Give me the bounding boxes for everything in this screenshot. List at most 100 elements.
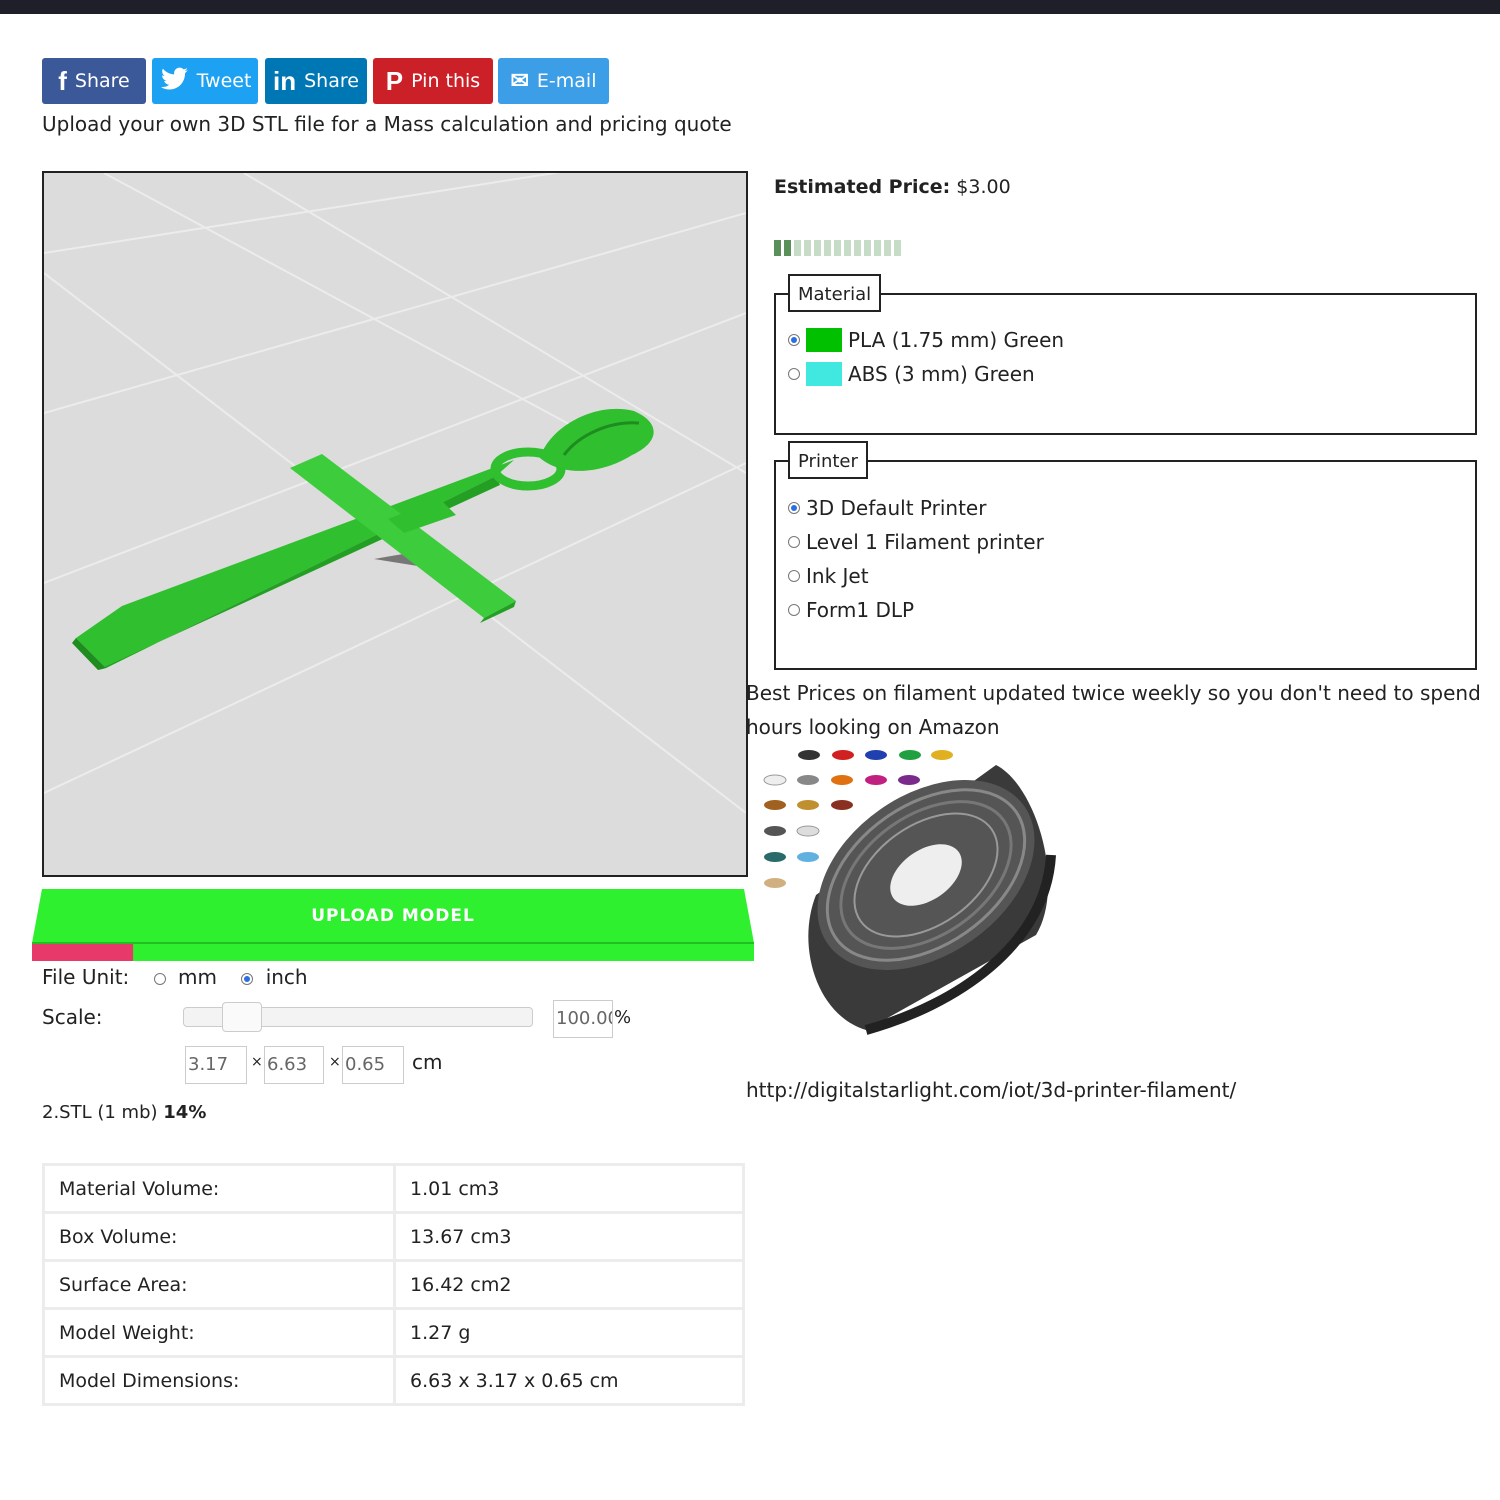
email-share-label: E-mail <box>536 70 597 92</box>
material-pla-radio[interactable] <box>788 334 800 346</box>
price-progress-segment <box>804 240 811 256</box>
material-legend: Material <box>788 274 882 312</box>
printer-option-form1[interactable]: Form1 DLP <box>788 598 914 622</box>
model-stats-table: Material Volume: 1.01 cm3 Box Volume: 13… <box>42 1163 745 1406</box>
scale-percent-input[interactable]: 100.00 <box>553 1000 613 1038</box>
twitter-bird-icon <box>159 67 189 95</box>
upload-model-label: UPLOAD MODEL <box>311 906 475 926</box>
file-upload-percent: 14% <box>163 1102 207 1123</box>
estimated-price-label: Estimated Price: <box>774 176 951 198</box>
dimension-separator: × <box>329 1054 341 1070</box>
stat-value: 6.63 x 3.17 x 0.65 cm <box>393 1355 745 1406</box>
printer-default-label: 3D Default Printer <box>806 496 987 520</box>
dimension-separator: × <box>251 1054 263 1070</box>
scale-percent-unit: % <box>614 1007 632 1028</box>
printer-inkjet-label: Ink Jet <box>806 564 869 588</box>
upload-progress-fill <box>32 943 134 961</box>
price-progress-bar <box>774 240 901 256</box>
printer-form1-label: Form1 DLP <box>806 598 915 622</box>
table-row: Surface Area: 16.42 cm2 <box>42 1259 745 1310</box>
stat-value: 16.42 cm2 <box>393 1259 745 1310</box>
stat-label: Model Weight: <box>42 1307 396 1358</box>
price-progress-segment <box>874 240 881 256</box>
file-name: 2.STL (1 mb) <box>42 1102 158 1123</box>
intro-text: Upload your own 3D STL file for a Mass c… <box>42 112 732 136</box>
facebook-share-label: Share <box>74 70 130 92</box>
twitter-tweet-label: Tweet <box>196 70 252 92</box>
price-progress-segment <box>884 240 891 256</box>
table-row: Model Weight: 1.27 g <box>42 1307 745 1358</box>
facebook-icon: f <box>58 66 67 96</box>
printer-fieldset <box>774 460 1477 670</box>
material-abs-label: ABS (3 mm) Green <box>848 362 1035 386</box>
filament-link[interactable]: http://digitalstarlight.com/iot/3d-print… <box>746 1078 1236 1102</box>
stat-label: Box Volume: <box>42 1211 396 1262</box>
price-progress-segment <box>824 240 831 256</box>
upload-progress-track <box>32 943 754 961</box>
dimension-x-input[interactable]: 3.17 <box>185 1046 247 1084</box>
stat-label: Model Dimensions: <box>42 1355 396 1406</box>
price-progress-segment <box>814 240 821 256</box>
printer-level1-radio[interactable] <box>788 536 800 548</box>
stat-value: 1.01 cm3 <box>393 1163 745 1214</box>
linkedin-icon: in <box>273 66 297 96</box>
price-progress-segment <box>854 240 861 256</box>
table-row: Model Dimensions: 6.63 x 3.17 x 0.65 cm <box>42 1355 745 1406</box>
file-unit-label: File Unit: <box>42 965 130 989</box>
filament-spool-image[interactable] <box>756 745 1066 1040</box>
stat-label: Surface Area: <box>42 1259 396 1310</box>
filament-spool <box>808 765 1056 1035</box>
pinterest-icon: P <box>385 66 404 96</box>
linkedin-share-button[interactable]: in Share <box>265 58 367 104</box>
printer-option-level1[interactable]: Level 1 Filament printer <box>788 530 1044 554</box>
dimension-unit: cm <box>412 1050 443 1074</box>
price-progress-segment <box>864 240 871 256</box>
price-progress-segment <box>894 240 901 256</box>
unit-inch-label: inch <box>265 965 308 989</box>
printer-level1-label: Level 1 Filament printer <box>806 530 1044 554</box>
dimension-z-input[interactable]: 0.65 <box>342 1046 404 1084</box>
upload-model-button[interactable]: UPLOAD MODEL <box>32 889 754 961</box>
unit-inch-radio[interactable] <box>241 972 254 985</box>
price-progress-segment <box>784 240 791 256</box>
table-row: Material Volume: 1.01 cm3 <box>42 1163 745 1214</box>
printer-legend: Printer <box>788 441 868 479</box>
price-progress-segment <box>844 240 851 256</box>
email-share-button[interactable]: ✉ E-mail <box>498 58 609 104</box>
material-option-abs[interactable]: ABS (3 mm) Green <box>788 362 1035 386</box>
price-progress-segment <box>774 240 781 256</box>
facebook-share-button[interactable]: f Share <box>42 58 146 104</box>
stat-value: 1.27 g <box>393 1307 745 1358</box>
estimated-price: Estimated Price: $3.00 <box>774 176 1011 198</box>
material-abs-swatch <box>806 362 842 386</box>
file-status: 2.STL (1 mb) 14% <box>42 1102 206 1123</box>
dimension-y-input[interactable]: 6.63 <box>264 1046 324 1084</box>
filament-ad-text: Best Prices on filament updated twice we… <box>746 681 1481 739</box>
printer-form1-radio[interactable] <box>788 604 800 616</box>
table-row: Box Volume: 13.67 cm3 <box>42 1211 745 1262</box>
stat-value: 13.67 cm3 <box>393 1211 745 1262</box>
envelope-icon: ✉ <box>510 68 529 93</box>
top-bar <box>0 0 1500 14</box>
material-abs-radio[interactable] <box>788 368 800 380</box>
printer-option-default[interactable]: 3D Default Printer <box>788 496 986 520</box>
twitter-tweet-button[interactable]: Tweet <box>152 58 258 104</box>
scale-label: Scale: <box>42 1005 103 1029</box>
stat-label: Material Volume: <box>42 1163 396 1214</box>
price-progress-segment <box>794 240 801 256</box>
printer-option-inkjet[interactable]: Ink Jet <box>788 564 869 588</box>
pinterest-pin-button[interactable]: P Pin this <box>373 58 493 104</box>
printer-inkjet-radio[interactable] <box>788 570 800 582</box>
pinterest-pin-label: Pin this <box>411 70 481 92</box>
unit-mm-label: mm <box>178 965 217 989</box>
model-viewer-scene <box>44 173 746 814</box>
price-progress-segment <box>834 240 841 256</box>
material-option-pla[interactable]: PLA (1.75 mm) Green <box>788 328 1064 352</box>
unit-mm-radio[interactable] <box>153 972 166 985</box>
scale-slider-handle[interactable] <box>222 1002 262 1032</box>
file-unit-row: File Unit: mm inch <box>42 965 308 989</box>
model-viewer-canvas[interactable] <box>42 171 748 877</box>
printer-default-radio[interactable] <box>788 502 800 514</box>
floor-grid <box>44 173 746 814</box>
estimated-price-value: $3.00 <box>956 176 1011 198</box>
